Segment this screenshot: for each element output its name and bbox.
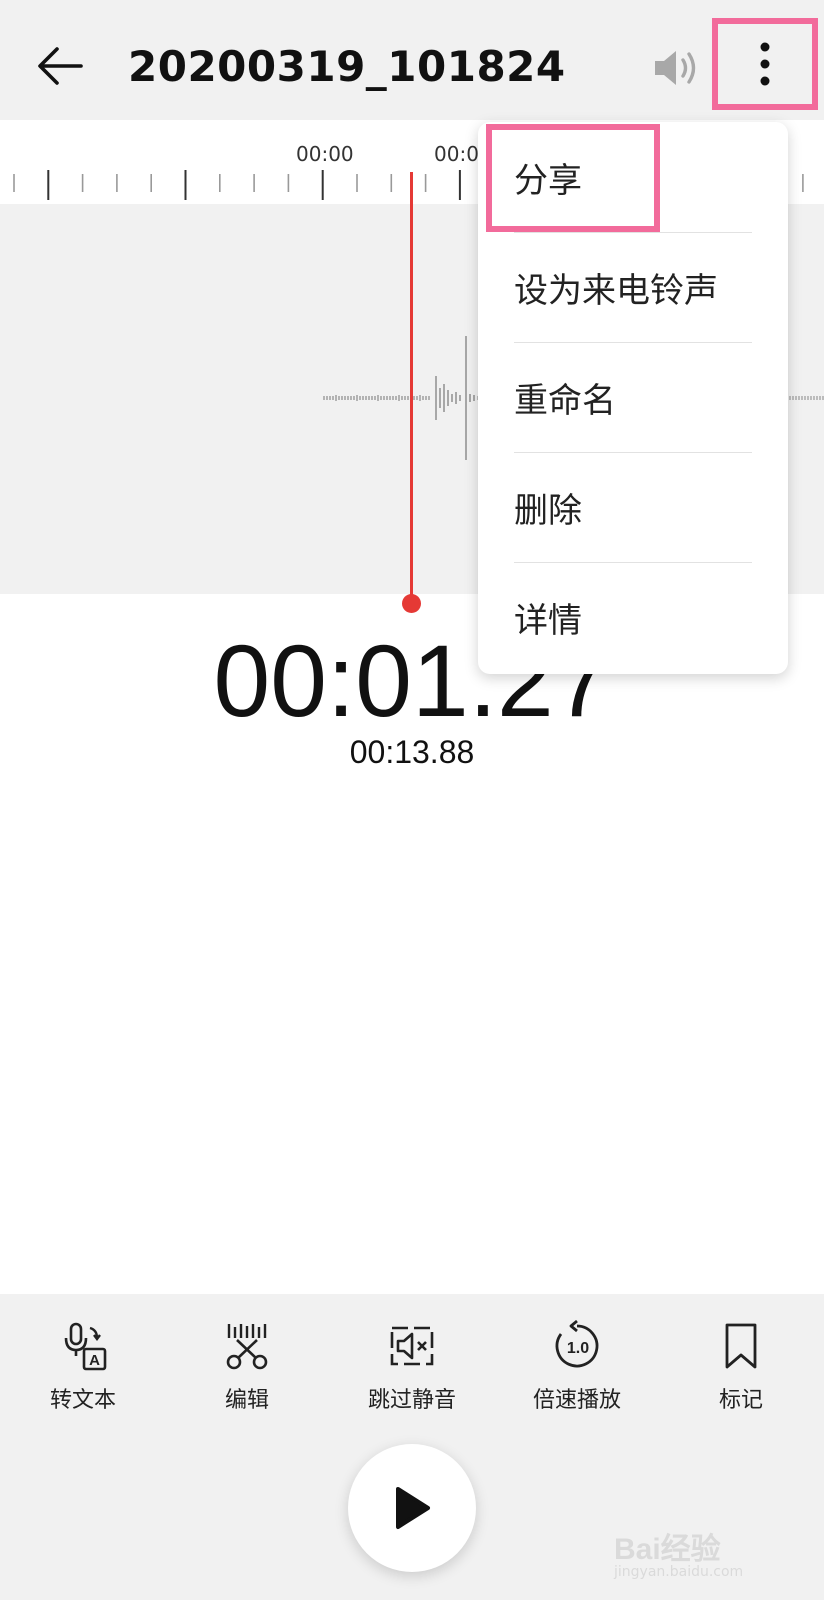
playback-speed-icon: 1.0 — [555, 1320, 599, 1368]
share-highlight-box — [486, 124, 660, 232]
bookmark-icon — [725, 1323, 757, 1369]
bookmark-button[interactable]: 标记 — [666, 1320, 816, 1420]
menu-item-delete[interactable]: 删除 — [514, 452, 752, 562]
volume-button[interactable] — [650, 44, 704, 92]
menu-item-set-ringtone[interactable]: 设为来电铃声 — [514, 232, 752, 342]
app-bar: 20200319_101824 — [0, 0, 824, 120]
playback-speed-button[interactable]: 1.0 倍速播放 — [502, 1320, 652, 1420]
playhead-line[interactable] — [410, 172, 413, 602]
total-duration: 00:13.88 — [349, 734, 475, 770]
scissors-icon — [226, 1324, 268, 1370]
watermark-url: jingyan.baidu.com — [614, 1564, 744, 1580]
transcribe-label: 转文本 — [49, 1388, 116, 1413]
transcribe-button[interactable]: A 转文本 — [8, 1320, 158, 1420]
speaker-icon — [655, 51, 696, 85]
skip-silence-icon — [390, 1326, 434, 1366]
baidu-watermark: Bai经验 jingyan.baidu.com — [614, 1522, 784, 1582]
more-vertical-icon — [760, 42, 770, 86]
watermark-brand: Bai经验 — [614, 1533, 721, 1566]
playback-speed-label: 倍速播放 — [532, 1388, 621, 1413]
speed-value: 1.0 — [567, 1340, 589, 1357]
menu-item-details[interactable]: 详情 — [514, 562, 752, 672]
menu-item-rename[interactable]: 重命名 — [514, 342, 752, 452]
svg-text:A: A — [89, 1352, 100, 1369]
skip-silence-label: 跳过静音 — [367, 1388, 456, 1413]
arrow-left-icon — [38, 47, 83, 85]
edit-button[interactable]: 编辑 — [172, 1320, 322, 1420]
edit-label: 编辑 — [224, 1388, 269, 1413]
back-button[interactable] — [32, 38, 88, 94]
bookmark-label: 标记 — [718, 1388, 763, 1413]
skip-silence-button[interactable]: 跳过静音 — [337, 1320, 487, 1420]
recording-title: 20200319_101824 — [128, 42, 566, 91]
speech-to-text-icon: A — [64, 1322, 107, 1371]
more-options-button[interactable] — [712, 18, 818, 110]
play-icon — [396, 1487, 430, 1529]
play-button[interactable] — [348, 1444, 476, 1572]
playhead-handle[interactable] — [402, 594, 421, 613]
